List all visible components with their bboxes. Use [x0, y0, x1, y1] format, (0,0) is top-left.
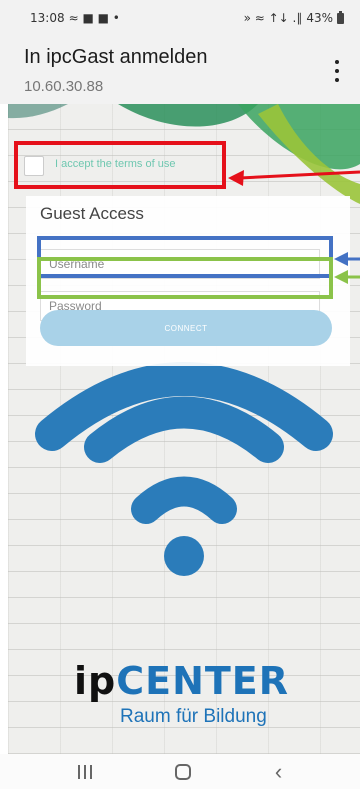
- home-icon[interactable]: [175, 763, 192, 780]
- logo-ip: ip: [74, 659, 117, 703]
- annotation-password-box: [37, 257, 333, 299]
- leaf-decoration: [238, 104, 360, 170]
- logo-slogan: Raum für Bildung: [120, 706, 267, 727]
- portal-content: I accept the terms of use Guest Access: [8, 104, 360, 754]
- ipcenter-logo: ipCENTER Raum für Bildung: [74, 662, 289, 727]
- status-time: 13:08: [30, 11, 65, 25]
- wifi-arc-inner: [131, 476, 237, 524]
- connect-button[interactable]: CONNECT: [40, 310, 332, 346]
- wifi-dot: [164, 536, 204, 576]
- back-icon[interactable]: ‹: [275, 759, 282, 785]
- status-bar: 13:08 ≈ ■ ■ • » ≈ ↑↓ .∥ 43%: [0, 0, 360, 36]
- status-right: » ≈ ↑↓ .∥ 43%: [243, 10, 344, 25]
- app-bar: In ipcGast anmelden 10.60.30.88: [0, 36, 360, 104]
- leaf-decoration: [118, 104, 258, 127]
- annotation-terms-box: [14, 141, 226, 189]
- more-vert-icon[interactable]: [334, 60, 340, 82]
- logo-center: CENTER: [116, 659, 290, 703]
- recents-icon[interactable]: [77, 764, 92, 779]
- wifi-arc-middle: [84, 396, 284, 463]
- card-title: Guest Access: [40, 204, 144, 223]
- page-subtitle: 10.60.30.88: [24, 78, 104, 95]
- battery-percent: 43%: [306, 11, 333, 25]
- battery-icon: [337, 10, 344, 24]
- status-left: 13:08 ≈ ■ ■ •: [30, 11, 120, 25]
- signal-icons: » ≈ ↑↓ .∥: [243, 11, 303, 25]
- system-nav-bar: ‹: [0, 754, 360, 789]
- logo-wordmark: ipCENTER: [74, 662, 289, 700]
- notification-icons: ≈ ■ ■ •: [68, 11, 120, 25]
- page-title: In ipcGast anmelden: [24, 46, 208, 68]
- leaf-decoration: [8, 104, 68, 119]
